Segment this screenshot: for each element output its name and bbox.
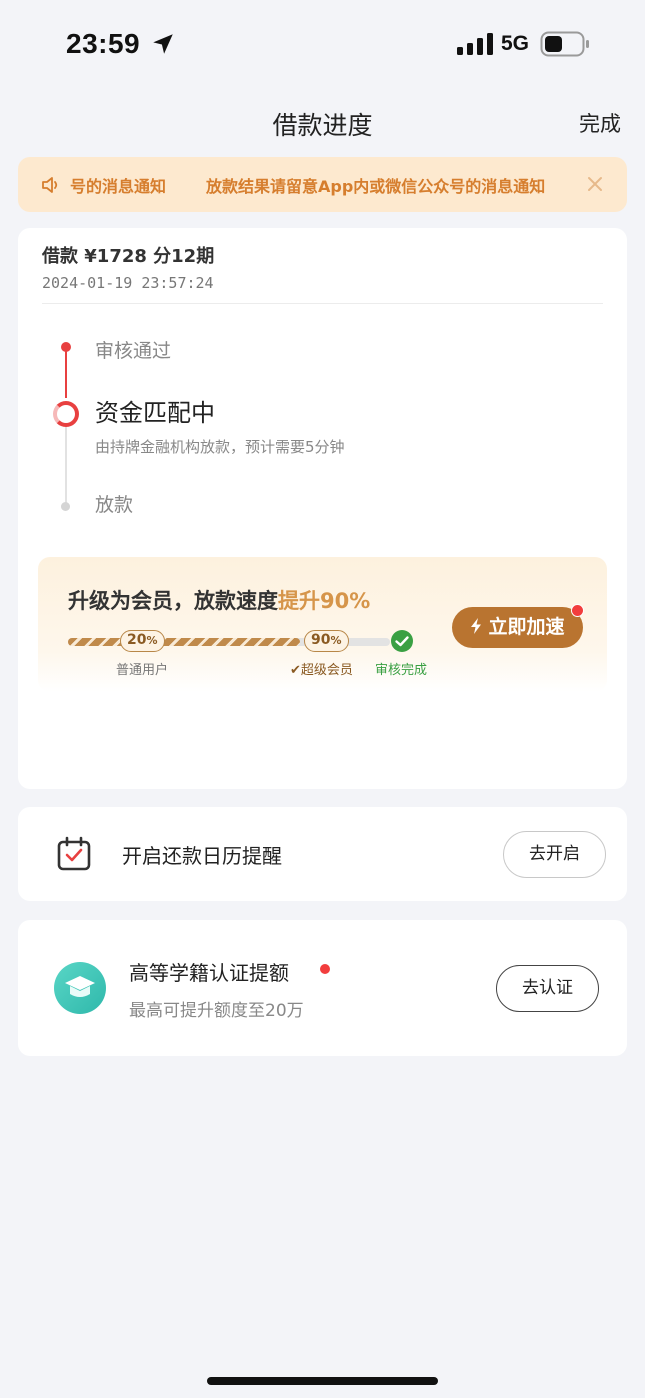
location-arrow-icon <box>153 34 173 54</box>
calendar-reminder-label: 开启还款日历提醒 <box>122 844 282 868</box>
review-done-label: 审核完成 <box>375 663 428 678</box>
battery-icon <box>540 31 589 57</box>
vip-title-highlight: 提升90% <box>278 589 371 613</box>
normal-user-label: 普通用户 <box>116 663 169 678</box>
notice-bar: 号的消息通知 放款结果请留意App内或微信公众号的消息通知 <box>18 157 627 212</box>
notice-text: 放款结果请留意App内或微信公众号的消息通知 <box>206 177 546 196</box>
timeline-line-pending <box>65 426 67 504</box>
education-title: 高等学籍认证提额 <box>129 961 289 985</box>
timeline-dot-done <box>61 342 71 352</box>
page-title: 借款进度 <box>272 111 373 140</box>
timeline-line-done <box>65 346 67 398</box>
vip-title: 升级为会员，放款速度提升90% <box>68 589 371 613</box>
step-matching: 资金匹配中 <box>95 399 215 427</box>
enable-calendar-button[interactable]: 去开启 <box>503 831 606 878</box>
education-credit-card: 高等学籍认证提额 最高可提升额度至20万 去认证 <box>18 920 627 1056</box>
check-circle-icon <box>391 630 413 652</box>
timeline-spinner-icon <box>53 401 79 427</box>
notice-marquee: 号的消息通知 放款结果请留意App内或微信公众号的消息通知 <box>70 157 581 212</box>
normal-pct-badge: 20% <box>120 630 165 652</box>
verify-education-button[interactable]: 去认证 <box>496 965 599 1012</box>
speed-up-button[interactable]: 立即加速 <box>452 607 583 648</box>
lightning-icon <box>471 618 482 634</box>
vip-upgrade-banner[interactable]: 升级为会员，放款速度提升90% 20% 90% 普通用户 ✔超级会员 审核完成 … <box>38 557 607 692</box>
network-type: 5G <box>501 32 530 55</box>
loan-progress-card: 借款 ¥1728 分12期 2024-01-19 23:57:24 审核通过 资… <box>18 228 627 789</box>
step-disbursement: 放款 <box>95 494 134 516</box>
close-icon[interactable] <box>585 174 605 194</box>
notice-text-partial: 号的消息通知 <box>70 177 167 196</box>
education-subtitle: 最高可提升额度至20万 <box>129 1001 304 1021</box>
step-approved: 审核通过 <box>95 340 172 362</box>
graduation-cap-icon <box>54 962 106 1014</box>
cellular-signal-icon <box>457 33 493 55</box>
crown-icon: ✔ <box>290 663 301 678</box>
timeline-dot-pending <box>61 502 70 511</box>
calendar-check-icon <box>57 836 91 871</box>
loan-timestamp: 2024-01-19 23:57:24 <box>42 274 214 292</box>
step-matching-description: 由持牌金融机构放款，预计需要5分钟 <box>95 438 345 456</box>
notification-dot <box>571 604 584 617</box>
divider <box>42 303 603 304</box>
loan-summary: 借款 ¥1728 分12期 <box>42 246 215 267</box>
status-bar: 23:59 5G <box>0 0 645 90</box>
status-time: 23:59 <box>66 28 141 59</box>
super-member-label: ✔超级会员 <box>290 663 353 678</box>
speaker-icon <box>42 177 58 193</box>
speed-progress-fill <box>68 638 300 646</box>
notification-dot <box>320 964 330 974</box>
done-button[interactable]: 完成 <box>579 108 621 138</box>
calendar-reminder-card: 开启还款日历提醒 去开启 <box>18 807 627 901</box>
home-indicator <box>207 1377 438 1385</box>
super-pct-badge: 90% <box>304 630 349 652</box>
